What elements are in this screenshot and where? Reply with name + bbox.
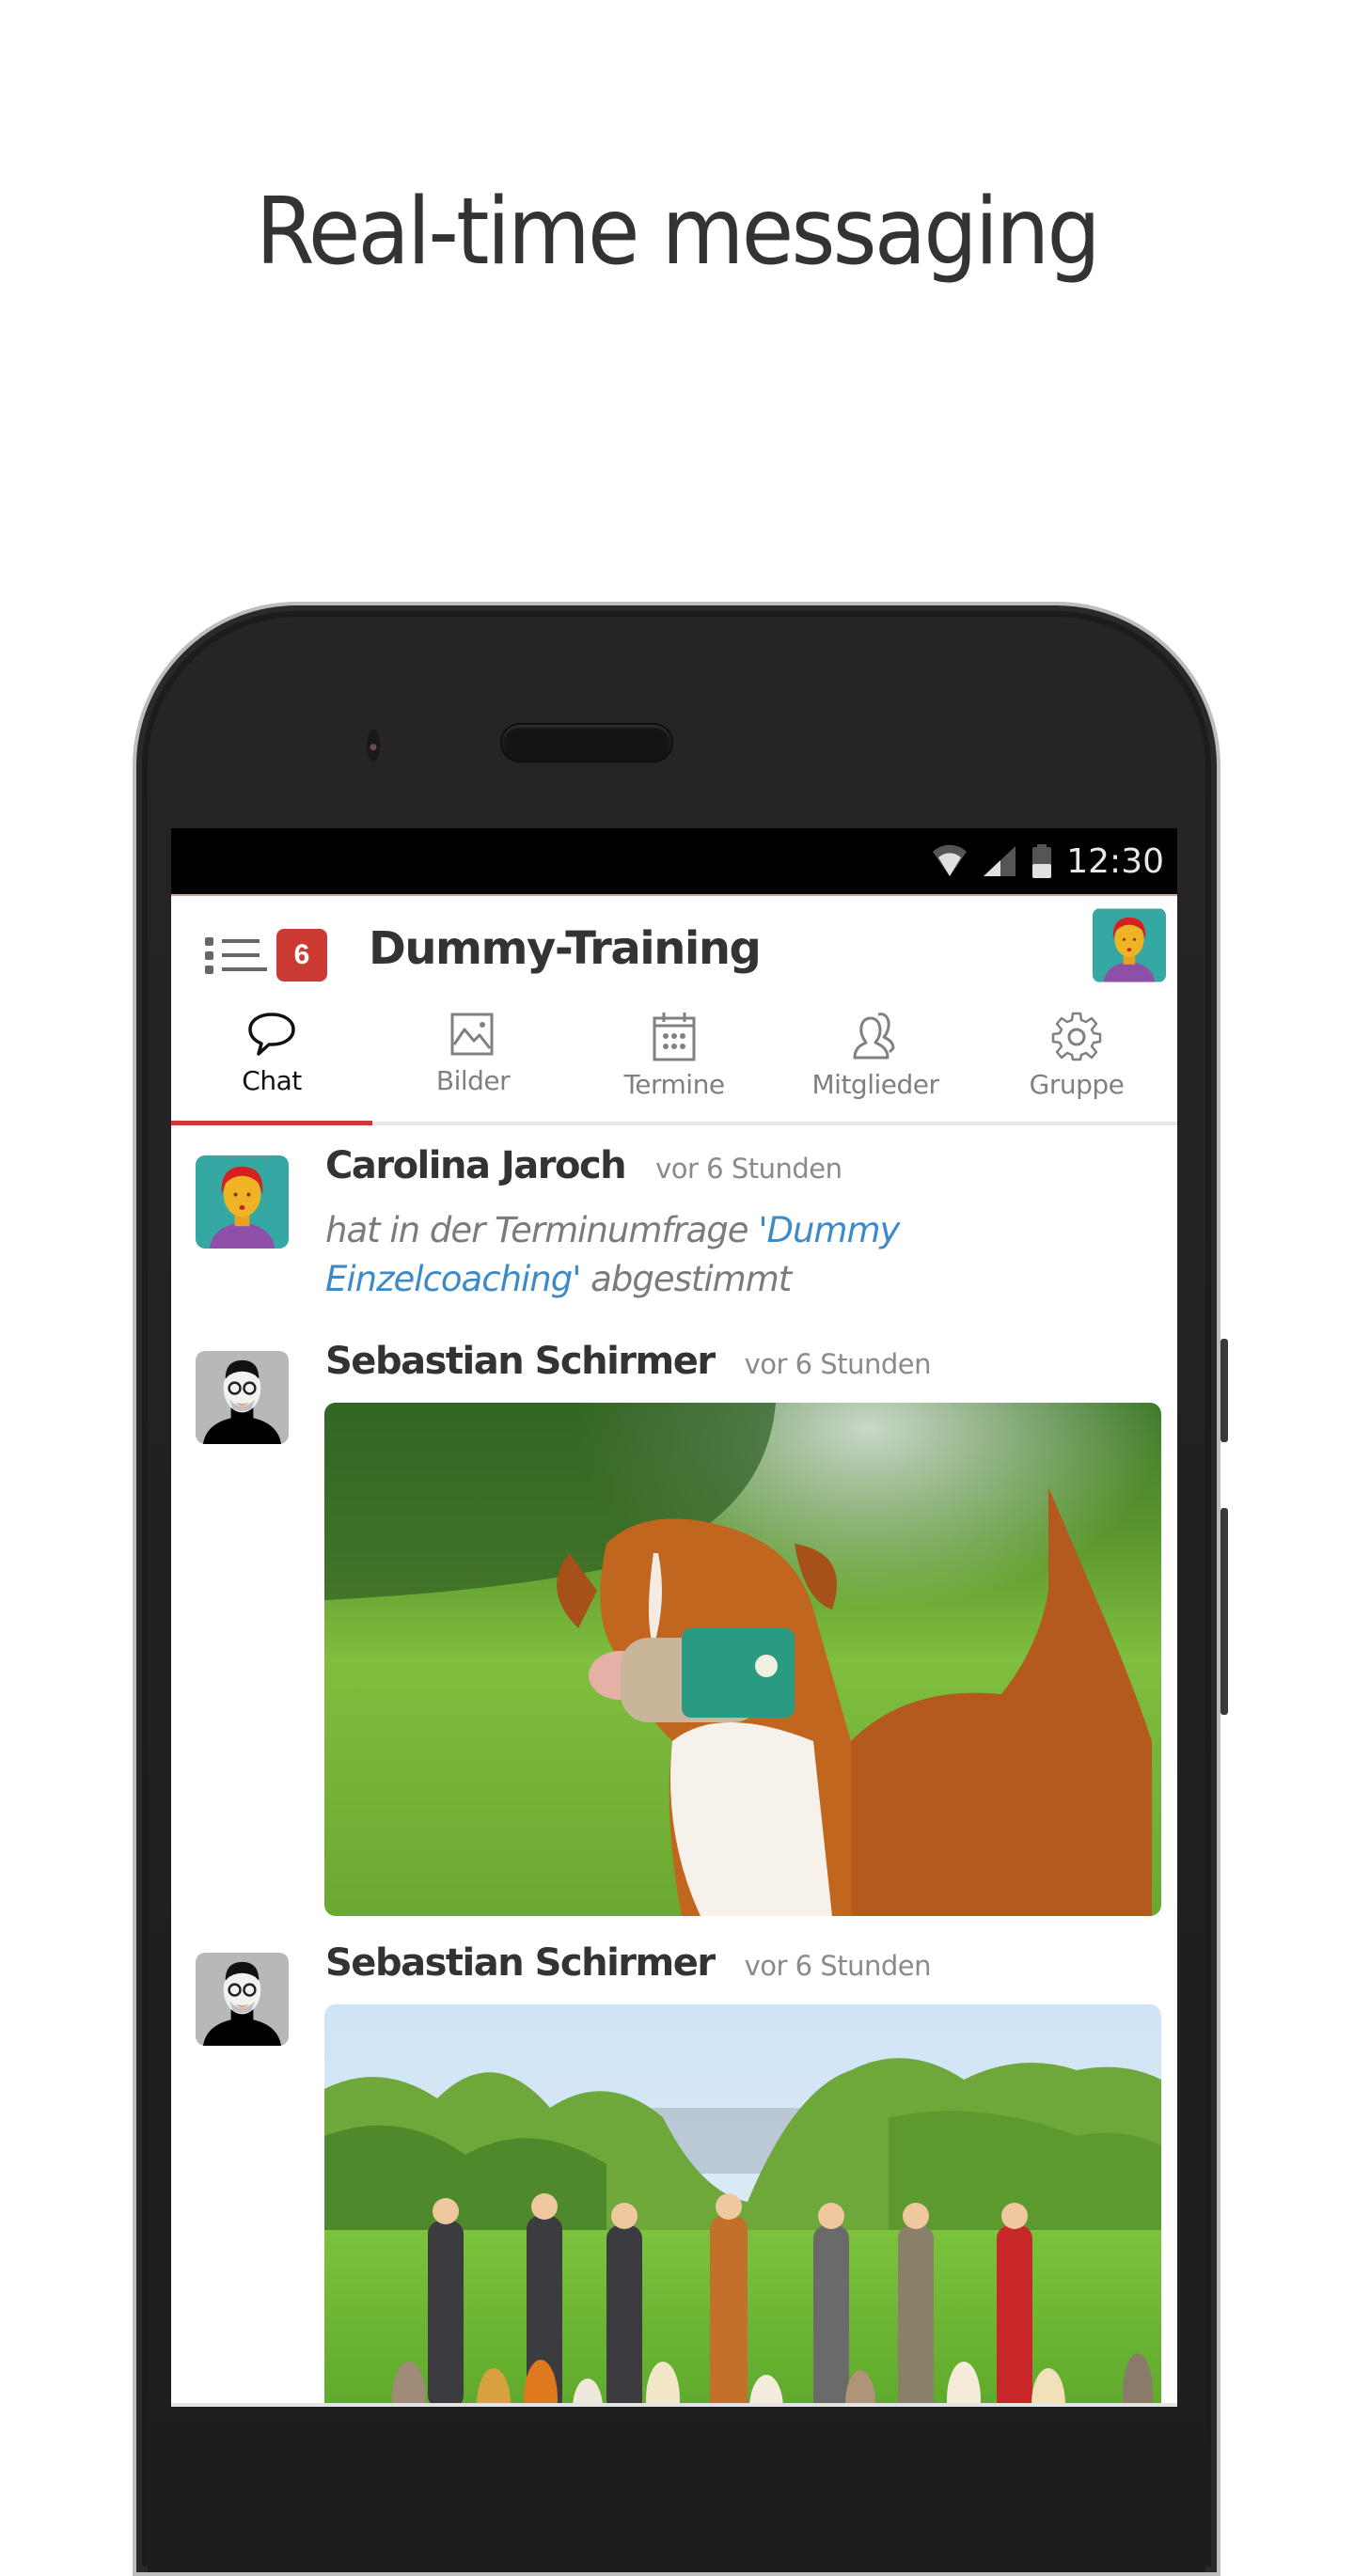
calendar-icon [653,1013,696,1061]
earpiece-speaker [502,725,671,761]
group-with-dogs-photo [324,2004,1161,2407]
wifi-icon [933,844,968,876]
message-time: vor 6 Stunden [744,1348,932,1380]
notification-badge: 6 [276,929,327,982]
front-camera [367,730,380,762]
message-time: vor 6 Stunden [744,1950,932,1982]
author-avatar[interactable] [196,1351,289,1444]
author-avatar[interactable] [196,1155,289,1249]
author-avatar[interactable] [196,1953,289,2046]
status-bar: 12:30 [171,828,1177,896]
male-avatar-icon [196,1351,289,1444]
author-name[interactable]: Sebastian Schirmer [325,1340,716,1383]
male-avatar-icon [196,1953,289,2046]
message-text-prefix: hat in der Terminumfrage [325,1210,759,1250]
tab-bar: Chat Bilder Termine Mitglieder Gruppe [171,999,1177,1125]
status-clock: 12:30 [1066,841,1164,881]
tab-termine[interactable]: Termine [574,999,775,1122]
message-photo[interactable] [324,1403,1161,1916]
chat-bubble-icon [248,1013,295,1056]
gear-icon [1051,1012,1102,1061]
tab-label: Bilder [435,1065,511,1096]
message-time: vor 6 Stunden [655,1153,842,1185]
tab-bilder[interactable]: Bilder [372,999,574,1122]
headline: Real-time messaging [256,179,1101,286]
signal-icon [984,846,1016,876]
message-photo[interactable] [324,2004,1161,2407]
tab-chat[interactable]: Chat [171,999,372,1125]
tab-label: Mitglieder [811,1069,940,1100]
tab-mitglieder[interactable]: Mitglieder [775,999,976,1122]
active-tab-indicator [171,1121,372,1125]
list-menu-icon [205,937,267,974]
app-screen: 12:30 6 Dummy-Training Chat Bilder Termi… [171,828,1177,2407]
image-icon [450,1013,494,1056]
profile-avatar[interactable] [1093,908,1166,982]
tab-gruppe[interactable]: Gruppe [976,999,1177,1122]
user-avatar-icon [1093,908,1166,982]
tab-label: Termine [623,1069,725,1100]
app-bar: 6 Dummy-Training [171,896,1177,999]
volume-button [1220,1508,1228,1715]
bottom-divider [171,2403,1177,2407]
members-icon [853,1013,895,1060]
tab-label: Chat [242,1065,302,1096]
author-name[interactable]: Carolina Jaroch [325,1144,627,1187]
author-name[interactable]: Sebastian Schirmer [325,1941,716,1985]
female-avatar-icon [196,1155,289,1249]
group-title: Dummy-Training [369,922,762,975]
message-text-suffix: abgestimmt [580,1259,792,1299]
battery-icon [1032,844,1052,878]
dog-retrieving-dummy-photo [324,1403,1161,1916]
message-text: hat in der Terminumfrage 'Dummy Einzelco… [325,1206,1153,1304]
menu-button[interactable]: 6 [205,917,327,982]
tab-label: Gruppe [1029,1069,1125,1100]
power-button [1220,1339,1228,1442]
